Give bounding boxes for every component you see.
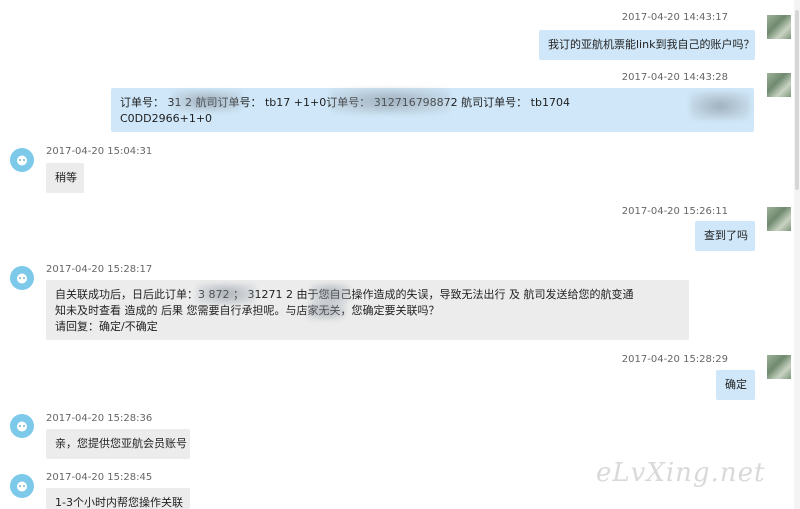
chat-scrollbar[interactable]	[794, 0, 800, 509]
message-text: 请回复：确定/不确定	[55, 320, 158, 333]
message-bubble-outgoing[interactable]: 我订的亚航机票能link到我自己的账户吗？	[539, 30, 755, 60]
message-bubble-incoming[interactable]: 稍等	[46, 163, 84, 193]
message-bubble-incoming[interactable]: 亲，您提供您亚航会员账号	[46, 429, 190, 459]
user-avatar[interactable]	[767, 207, 791, 231]
cat-face-avatar-icon	[17, 273, 27, 284]
redaction-blur	[690, 92, 750, 120]
message-bubble-outgoing[interactable]: 查到了吗	[695, 221, 755, 251]
redaction-blur	[172, 90, 242, 112]
watermark: eLvXing.net	[596, 458, 766, 488]
message-text: 1-3个小时内帮您操作关联	[55, 496, 183, 509]
agent-avatar[interactable]	[10, 266, 34, 290]
user-avatar[interactable]	[767, 73, 791, 97]
message-timestamp: 2017-04-20 15:28:29	[621, 354, 728, 365]
message-text: 自关联成功后，日后此订单：3 872 ； 31271 2 由于您自己操作造成的失…	[55, 288, 634, 301]
message-timestamp: 2017-04-20 14:43:17	[621, 12, 728, 23]
user-avatar[interactable]	[767, 355, 791, 379]
message-bubble-outgoing[interactable]: 确定	[716, 370, 755, 400]
message-text: 我订的亚航机票能link到我自己的账户吗？	[548, 38, 755, 51]
agent-avatar[interactable]	[10, 474, 34, 498]
message-timestamp: 2017-04-20 14:43:28	[621, 72, 728, 83]
message-bubble-incoming[interactable]: 1-3个小时内帮您操作关联	[46, 488, 190, 509]
message-timestamp: 2017-04-20 15:28:36	[46, 413, 153, 424]
message-text: 稍等	[55, 171, 77, 184]
cat-face-avatar-icon	[17, 421, 27, 432]
user-avatar[interactable]	[767, 15, 791, 39]
cat-face-avatar-icon	[17, 155, 27, 166]
cat-face-avatar-icon	[17, 481, 27, 492]
message-bubble-incoming[interactable]: 自关联成功后，日后此订单：3 872 ； 31271 2 由于您自己操作造成的失…	[46, 280, 689, 340]
message-text: 查到了吗	[704, 229, 748, 242]
message-text: 知未及时查看 造成的 后果 您需要自行承担呢。与店家无关，您确定要关联吗？	[55, 304, 440, 317]
agent-avatar[interactable]	[10, 148, 34, 172]
message-text: 亲，您提供您亚航会员账号	[55, 437, 187, 450]
message-timestamp: 2017-04-20 15:26:11	[621, 206, 728, 217]
chat-scrollbar-thumb[interactable]	[795, 10, 799, 190]
message-timestamp: 2017-04-20 15:28:45	[46, 472, 153, 483]
redaction-blur	[330, 88, 450, 114]
redaction-blur	[306, 302, 346, 320]
redaction-blur	[196, 283, 256, 305]
message-timestamp: 2017-04-20 15:28:17	[46, 264, 153, 275]
agent-avatar[interactable]	[10, 414, 34, 438]
message-text: 确定	[725, 378, 747, 391]
message-timestamp: 2017-04-20 15:04:31	[46, 146, 153, 157]
